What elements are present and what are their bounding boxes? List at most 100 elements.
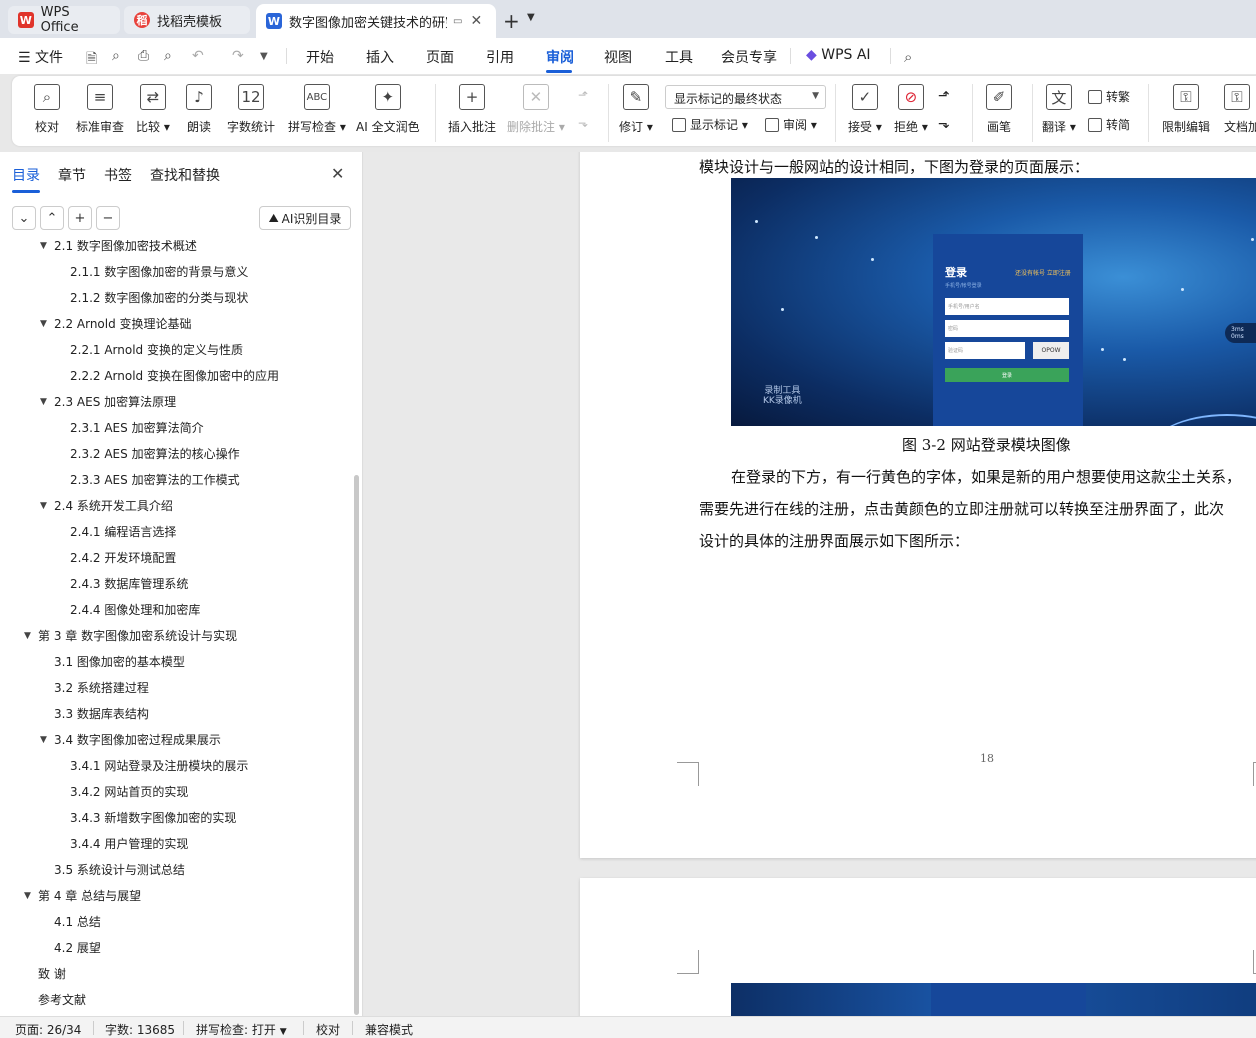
tab-sections[interactable]: 章节	[58, 165, 86, 185]
toc-item[interactable]: 3.5 系统设计与测试总结	[54, 860, 185, 880]
to-traditional-button[interactable]: 转繁	[1088, 88, 1130, 105]
tab-toc[interactable]: 目录	[12, 165, 40, 185]
document-encrypt-button[interactable]: ⚿ 文档加	[1224, 84, 1256, 135]
toc-item[interactable]: 2.1.1 数字图像加密的背景与意义	[70, 262, 248, 282]
expand-all-button[interactable]: ⌄	[12, 206, 36, 230]
toc-expand-caret-icon[interactable]: ▼	[40, 240, 47, 256]
toc-item[interactable]: 第 3 章 数字图像加密系统设计与实现	[38, 626, 237, 646]
read-aloud-button[interactable]: ♪ 朗读	[186, 84, 212, 135]
chevron-down-icon[interactable]: ▼	[527, 12, 535, 23]
toc-item[interactable]: 2.4 系统开发工具介绍	[54, 496, 173, 516]
next-change-icon[interactable]: ⬎	[938, 116, 950, 132]
toc-item[interactable]: 第 4 章 总结与展望	[38, 886, 141, 906]
toc-item[interactable]: 2.3.1 AES 加密算法简介	[70, 418, 204, 438]
tab-find-replace[interactable]: 查找和替换	[150, 165, 220, 185]
collapse-all-button[interactable]: ⌃	[40, 206, 64, 230]
paragraph-text[interactable]: 模块设计与一般网站的设计相同，下图为登录的页面展示：	[699, 156, 1089, 177]
toc-item[interactable]: 3.2 系统搭建过程	[54, 678, 149, 698]
delete-comment-button[interactable]: ✕ 删除批注 ▾	[507, 84, 565, 135]
accept-button[interactable]: ✓ 接受 ▾	[848, 84, 882, 135]
document-page[interactable]: 模块设计与一般网站的设计相同，下图为登录的页面展示： 登录 还没有帐号 立即注册…	[580, 152, 1256, 858]
toc-item[interactable]: 3.1 图像加密的基本模型	[54, 652, 185, 672]
add-heading-button[interactable]: +	[68, 206, 92, 230]
tab-docer-templates[interactable]: 稻 找稻壳模板	[124, 6, 250, 34]
tab-wps-office[interactable]: W WPS Office	[8, 5, 120, 35]
toc-item[interactable]: 2.4.3 数据库管理系统	[70, 574, 188, 594]
toc-item[interactable]: 2.3 AES 加密算法原理	[54, 392, 176, 412]
display-markup-select[interactable]: 显示标记的最终状态 ▼	[665, 85, 826, 109]
proofread-button[interactable]: ⌕ 校对	[34, 84, 60, 135]
menu-tools[interactable]: 工具	[665, 47, 693, 67]
toc-item[interactable]: 2.4.2 开发环境配置	[70, 548, 176, 568]
menu-insert[interactable]: 插入	[366, 47, 394, 67]
print-icon[interactable]: ⎙	[138, 48, 149, 64]
toc-expand-caret-icon[interactable]: ▼	[40, 314, 47, 334]
spell-check-button[interactable]: ABC 拼写检查 ▾	[288, 84, 346, 135]
to-simplified-button[interactable]: 转简	[1088, 116, 1130, 133]
compare-button[interactable]: ⇄ 比较 ▾	[136, 84, 170, 135]
toc-item[interactable]: 2.2 Arnold 变换理论基础	[54, 314, 192, 334]
document-page[interactable]	[580, 878, 1256, 1016]
panel-scrollbar[interactable]	[354, 475, 359, 1015]
close-tab-icon[interactable]: ✕	[470, 13, 482, 29]
figure-caption[interactable]: 图 3-2 网站登录模块图像	[902, 434, 1071, 455]
wps-ai-menu[interactable]: ◆ WPS AI	[806, 47, 871, 63]
word-count-indicator[interactable]: 字数: 13685	[105, 1021, 175, 1038]
reject-button[interactable]: ⊘ 拒绝 ▾	[894, 84, 928, 135]
toc-item[interactable]: 2.1 数字图像加密技术概述	[54, 240, 197, 256]
register-screenshot-image[interactable]	[731, 983, 1256, 1016]
toc-item[interactable]: 3.4.4 用户管理的实现	[70, 834, 188, 854]
toc-item[interactable]: 3.3 数据库表结构	[54, 704, 149, 724]
ai-polish-button[interactable]: ✦ AI 全文润色	[356, 84, 420, 135]
pen-button[interactable]: ✐ 画笔	[986, 84, 1012, 135]
review-pane-button[interactable]: 审阅 ▾	[765, 116, 817, 133]
menu-view[interactable]: 视图	[604, 47, 632, 67]
toc-item[interactable]: 参考文献	[38, 990, 86, 1010]
standard-review-button[interactable]: ≡ 标准审查	[76, 84, 124, 135]
toc-item[interactable]: 2.2.1 Arnold 变换的定义与性质	[70, 340, 243, 360]
menu-page[interactable]: 页面	[426, 47, 454, 67]
toc-item[interactable]: 2.1.2 数字图像加密的分类与现状	[70, 288, 248, 308]
toc-item[interactable]: 致 谢	[38, 964, 66, 984]
close-panel-icon[interactable]: ✕	[331, 164, 344, 183]
prev-change-icon[interactable]: ⬏	[938, 88, 950, 104]
monitor-icon[interactable]: ▭	[453, 16, 462, 27]
translate-button[interactable]: 文翻译 ▾	[1042, 84, 1076, 135]
next-comment-icon[interactable]: ⬎	[578, 116, 588, 130]
menu-reference[interactable]: 引用	[486, 47, 514, 67]
toc-expand-caret-icon[interactable]: ▼	[24, 626, 31, 646]
word-count-button[interactable]: 12 字数统计	[227, 84, 275, 135]
login-screenshot-image[interactable]: 登录 还没有帐号 立即注册 手机号/帐号登录 手机号/用户名 密码 验证码 OP…	[731, 178, 1256, 426]
show-markup-button[interactable]: 显示标记 ▾	[672, 116, 748, 133]
paragraph-text[interactable]: 需要先进行在线的注册，点击黄颜色的立即注册就可以转换至注册界面了，此次	[699, 498, 1224, 519]
toc-expand-caret-icon[interactable]: ▼	[24, 886, 31, 906]
insert-comment-button[interactable]: + 插入批注	[448, 84, 496, 135]
toc-item[interactable]: 3.4.3 新增数字图像加密的实现	[70, 808, 236, 828]
paragraph-text[interactable]: 设计的具体的注册界面展示如下图所示：	[699, 530, 969, 551]
prev-comment-icon[interactable]: ⬏	[578, 88, 588, 102]
redo-icon[interactable]: ↷	[232, 48, 244, 64]
tab-document[interactable]: W 数字图像加密关键技术的研究 ▭ ✕	[256, 4, 496, 38]
track-changes-button[interactable]: ✎ 修订 ▾	[619, 84, 653, 135]
page-indicator[interactable]: 页面: 26/34	[15, 1021, 81, 1038]
toc-item[interactable]: 3.4.1 网站登录及注册模块的展示	[70, 756, 248, 776]
toc-expand-caret-icon[interactable]: ▼	[40, 392, 47, 412]
proofread-indicator[interactable]: 校对	[316, 1021, 340, 1038]
toc-expand-caret-icon[interactable]: ▼	[40, 730, 47, 750]
toc-item[interactable]: 2.2.2 Arnold 变换在图像加密中的应用	[70, 366, 279, 386]
menu-review[interactable]: 审阅	[546, 47, 574, 67]
restrict-edit-button[interactable]: ⚿ 限制编辑	[1162, 84, 1210, 135]
menu-member[interactable]: 会员专享	[721, 47, 777, 67]
share-icon[interactable]: ⌕	[112, 48, 120, 64]
new-tab-icon[interactable]: +	[503, 9, 520, 33]
toc-item[interactable]: 4.1 总结	[54, 912, 101, 932]
save-icon[interactable]: 🗎	[86, 48, 97, 72]
menu-start[interactable]: 开始	[306, 47, 334, 67]
ai-toc-button[interactable]: ⛰ AI识别目录	[259, 206, 351, 230]
file-menu[interactable]: ☰ 文件	[18, 47, 63, 67]
paragraph-text[interactable]: 在登录的下方，有一行黄色的字体，如果是新的用户想要使用这款尘土关系，	[731, 466, 1241, 487]
more-chevron-icon[interactable]: ▼	[260, 51, 268, 62]
toc-item[interactable]: 2.3.2 AES 加密算法的核心操作	[70, 444, 240, 464]
toc-item[interactable]: 2.3.3 AES 加密算法的工作模式	[70, 470, 240, 490]
undo-icon[interactable]: ↶	[192, 48, 204, 64]
